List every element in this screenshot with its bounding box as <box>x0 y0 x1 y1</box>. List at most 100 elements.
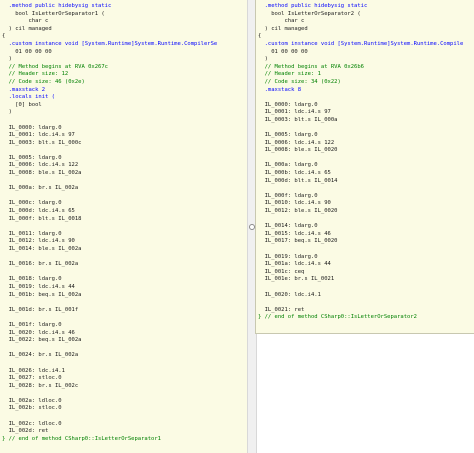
code-line: IL_001b: beq.s IL_002a <box>2 291 82 298</box>
code-line: IL_002a: ldloc.0 <box>2 397 62 404</box>
code-line: IL_0005: ldarg.0 <box>258 132 318 139</box>
code-line: IL_0006: ldc.i4.s 122 <box>258 139 335 146</box>
code-line: IL_001a: ldc.i4.s 44 <box>258 261 331 268</box>
code-line: IL_0008: ble.s IL_002a <box>2 170 82 177</box>
code-line: char c <box>2 18 49 25</box>
code-line: IL_0003: blt.s IL_000c <box>2 139 82 146</box>
code-line: IL_0022: beq.s IL_002a <box>2 337 82 344</box>
code-line: IL_0006: ldc.i4.s 122 <box>2 162 79 169</box>
code-line: IL_0019: ldarg.0 <box>258 253 318 260</box>
code-line: ) cil managed <box>2 25 52 32</box>
code-line: bool IsLetterOrSeparator1 ( <box>2 10 105 17</box>
code-line: IL_000a: br.s IL_002a <box>2 185 79 192</box>
code-line: IL_0012: ble.s IL_0020 <box>258 208 338 215</box>
code-line: IL_0000: ldarg.0 <box>258 101 318 108</box>
code-line: IL_0005: ldarg.0 <box>2 154 62 161</box>
code-line: IL_0010: ldc.i4.s 90 <box>258 200 331 207</box>
code-line: IL_000c: ldarg.0 <box>2 200 62 207</box>
left-code-pane[interactable]: .method public hidebysig static bool IsL… <box>0 0 248 453</box>
code-line: { <box>2 33 6 40</box>
code-line: IL_0020: ldc.i4.1 <box>258 291 321 298</box>
code-line: .maxstack 8 <box>258 86 302 93</box>
code-line: IL_000f: blt.s IL_0018 <box>2 215 82 222</box>
code-line: ) <box>2 56 12 63</box>
code-line: IL_000b: ldc.i4.s 65 <box>258 170 331 177</box>
code-line: // Header size: 12 <box>2 71 69 78</box>
code-line: .custom instance void [System.Runtime]Sy… <box>258 40 464 47</box>
code-line: IL_0012: ldc.i4.s 90 <box>2 238 75 245</box>
code-line: .method public hidebysig static <box>258 3 368 9</box>
code-line: IL_0008: ble.s IL_0020 <box>258 147 338 154</box>
code-line: .maxstack 2 <box>2 86 46 93</box>
code-line: IL_0015: ldc.i4.s 46 <box>258 230 331 237</box>
code-line: IL_0016: br.s IL_002a <box>2 261 79 268</box>
code-line: IL_001c: ceq <box>258 268 305 275</box>
code-line: [0] bool <box>2 101 42 108</box>
code-line: IL_0026: ldc.i4.1 <box>2 367 65 374</box>
code-line: IL_000d: blt.s IL_0014 <box>258 177 338 184</box>
code-line: bool IsLetterOrSeparator2 ( <box>258 10 361 17</box>
code-line: IL_0001: ldc.i4.s 97 <box>258 109 331 116</box>
code-line: IL_0018: ldarg.0 <box>2 276 62 283</box>
code-line: .custom instance void [System.Runtime]Sy… <box>2 40 218 47</box>
code-line: 01 00 00 00 <box>2 48 52 55</box>
code-line: // Code size: 34 (0x22) <box>258 78 341 85</box>
code-line: IL_001f: ldarg.0 <box>2 321 62 328</box>
code-line: .method public hidebysig static <box>2 3 112 9</box>
code-line: IL_002d: ret <box>2 428 49 435</box>
code-line: IL_002b: stloc.0 <box>2 405 62 412</box>
code-line: // Method begins at RVA 0x267c <box>2 63 108 70</box>
code-line: ) <box>258 56 268 63</box>
code-line: ) cil managed <box>258 25 308 32</box>
code-line: IL_0021: ret <box>258 306 305 313</box>
code-line: IL_0014: ble.s IL_002a <box>2 246 82 252</box>
code-line: .locals init ( <box>2 94 55 101</box>
code-line: 01 00 00 00 <box>258 48 308 55</box>
code-line: // Method begins at RVA 0x26b6 <box>258 63 364 70</box>
code-line: IL_0014: ldarg.0 <box>258 223 318 230</box>
code-line: IL_000a: ldarg.0 <box>258 162 318 169</box>
right-code-lines: .method public hidebysig static bool IsL… <box>256 3 474 322</box>
code-line: IL_0028: br.s IL_002c <box>2 382 79 389</box>
code-line: IL_0017: beq.s IL_0020 <box>258 238 338 245</box>
code-line: IL_0019: ldc.i4.s 44 <box>2 283 75 290</box>
code-line: ) <box>2 109 12 116</box>
code-line: char c <box>258 18 305 25</box>
code-line: IL_0011: ldarg.0 <box>2 230 62 237</box>
code-line: IL_0024: br.s IL_002a <box>2 352 79 359</box>
code-line: IL_000d: ldc.i4.s 65 <box>2 208 75 215</box>
code-line: IL_000f: ldarg.0 <box>258 192 318 199</box>
code-line: // Header size: 1 <box>258 71 321 78</box>
code-line: IL_0027: stloc.0 <box>2 375 62 382</box>
left-code-lines: .method public hidebysig static bool IsL… <box>0 3 247 443</box>
code-line: IL_0000: ldarg.0 <box>2 124 62 131</box>
code-line: { <box>258 33 262 40</box>
code-line: IL_0001: ldc.i4.s 97 <box>2 132 75 139</box>
code-line: } // end of method CSharp0::IsLetterOrSe… <box>2 435 161 442</box>
code-line: IL_0020: ldc.i4.s 46 <box>2 329 75 336</box>
code-line: IL_001d: br.s IL_001f <box>2 306 79 313</box>
code-line: IL_002c: ldloc.0 <box>2 420 62 427</box>
right-code-pane[interactable]: .method public hidebysig static bool IsL… <box>255 0 474 334</box>
